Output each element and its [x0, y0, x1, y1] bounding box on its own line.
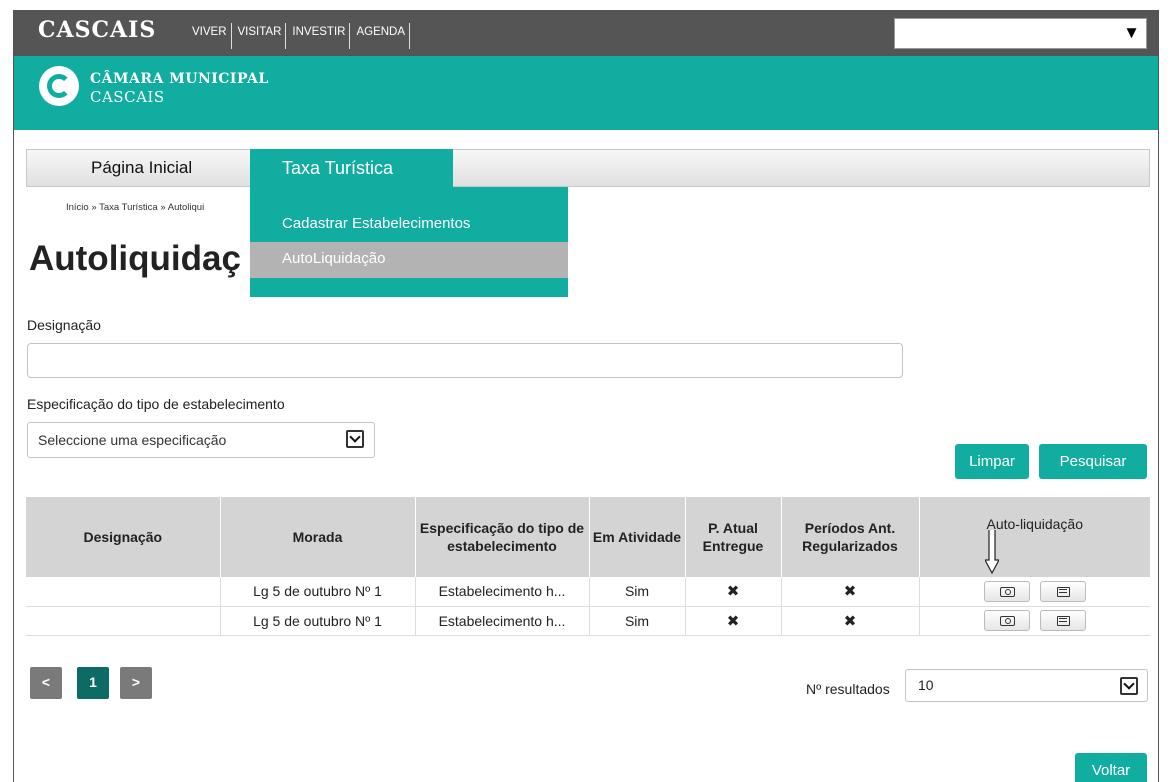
- results-count-label: Nº resultados: [806, 681, 890, 697]
- dropdown-item-autoliquidacao[interactable]: AutoLiquidação: [250, 242, 568, 278]
- table-row: Lg 5 de outubro Nº 1 Estabelecimento h..…: [26, 577, 1150, 607]
- taxa-dropdown: Cadastrar Estabelecimentos AutoLiquidaçã…: [250, 187, 568, 297]
- breadcrumb: Início » Taxa Turística » Autoliqui: [66, 202, 205, 213]
- cell-actions: [919, 577, 1150, 607]
- cell-especificacao: Estabelecimento h...: [415, 577, 590, 607]
- col-morada: Morada: [220, 497, 416, 577]
- col-especificacao: Especificação do tipo de estabelecimento: [415, 497, 590, 577]
- brand-logo-text[interactable]: CASCAIS: [38, 17, 156, 43]
- money-icon: [999, 586, 1015, 597]
- designacao-label: Designação: [27, 317, 101, 333]
- details-button[interactable]: [1039, 580, 1086, 602]
- cell-p-atual: ✖: [685, 577, 782, 607]
- list-icon: [1056, 616, 1070, 626]
- col-em-atividade: Em Atividade: [589, 497, 686, 577]
- menu-item-home[interactable]: Página Inicial: [91, 158, 192, 178]
- annotation-arrow-icon: [985, 530, 999, 574]
- table-row: Lg 5 de outubro Nº 1 Estabelecimento h..…: [26, 606, 1150, 636]
- nav-viver[interactable]: VIVER: [192, 23, 232, 49]
- cascais-logo-icon[interactable]: [39, 66, 79, 106]
- chevron-down-icon: [346, 430, 364, 448]
- cell-morada: Lg 5 de outubro Nº 1: [220, 606, 416, 636]
- top-select[interactable]: ▼: [894, 18, 1147, 49]
- designacao-input[interactable]: [27, 343, 903, 378]
- cell-periodos-ant: ✖: [781, 606, 920, 636]
- col-p-atual-entregue: P. Atual Entregue: [685, 497, 782, 577]
- autoliquidar-button[interactable]: [983, 580, 1030, 602]
- col-designacao: Designação: [26, 497, 221, 577]
- cell-morada: Lg 5 de outubro Nº 1: [220, 577, 416, 607]
- cell-designacao: [26, 577, 221, 607]
- pesquisar-button[interactable]: Pesquisar: [1039, 444, 1147, 479]
- caret-down-icon: ▼: [1123, 23, 1140, 42]
- especificacao-select[interactable]: Seleccione uma especificação: [27, 422, 375, 458]
- autoliquidar-button[interactable]: [983, 610, 1030, 631]
- top-nav: VIVER VISITAR INVESTIR AGENDA: [192, 23, 412, 49]
- header-title: CÂMARA MUNICIPAL: [90, 71, 269, 87]
- results-count-select[interactable]: 10: [905, 669, 1148, 702]
- voltar-button[interactable]: Voltar: [1075, 753, 1147, 782]
- cell-actions: [919, 606, 1150, 636]
- pagination-next-button[interactable]: >: [120, 667, 152, 699]
- chevron-down-icon: [1120, 677, 1138, 695]
- results-count-value: 10: [918, 677, 934, 693]
- especificacao-label: Especificação do tipo de estabelecimento: [27, 396, 285, 412]
- main-menu: Página Inicial: [26, 149, 1150, 187]
- list-icon: [1056, 586, 1070, 597]
- limpar-button[interactable]: Limpar: [955, 444, 1029, 479]
- page-title: Autoliquidaç: [29, 239, 241, 278]
- menu-item-taxa-turistica[interactable]: Taxa Turística: [250, 149, 453, 187]
- cell-designacao: [26, 606, 221, 636]
- cell-em-atividade: Sim: [589, 577, 686, 607]
- col-auto-liquidacao: Auto-liquidação: [919, 497, 1150, 577]
- cell-p-atual: ✖: [685, 606, 782, 636]
- dropdown-item-cadastrar[interactable]: Cadastrar Estabelecimentos: [282, 215, 470, 232]
- pagination-prev-button[interactable]: <: [30, 667, 62, 699]
- col-periodos-ant: Períodos Ant. Regularizados: [781, 497, 920, 577]
- results-table: Designação Morada Especificação do tipo …: [26, 497, 1150, 636]
- details-button[interactable]: [1039, 610, 1086, 631]
- cell-periodos-ant: ✖: [781, 577, 920, 607]
- header-subtitle: CASCAIS: [90, 88, 165, 106]
- top-bar: CASCAIS VIVER VISITAR INVESTIR AGENDA ▼: [14, 11, 1158, 56]
- especificacao-selected: Seleccione uma especificação: [38, 432, 227, 448]
- nav-investir[interactable]: INVESTIR: [288, 23, 351, 49]
- nav-visitar[interactable]: VISITAR: [234, 23, 287, 49]
- money-icon: [999, 616, 1015, 626]
- cell-em-atividade: Sim: [589, 606, 686, 636]
- pagination-page-1[interactable]: 1: [77, 667, 109, 699]
- nav-agenda[interactable]: AGENDA: [352, 23, 411, 49]
- browser-frame: CASCAIS VIVER VISITAR INVESTIR AGENDA ▼ …: [13, 10, 1159, 782]
- cell-especificacao: Estabelecimento h...: [415, 606, 590, 636]
- site-header: CÂMARA MUNICIPAL CASCAIS: [14, 56, 1158, 130]
